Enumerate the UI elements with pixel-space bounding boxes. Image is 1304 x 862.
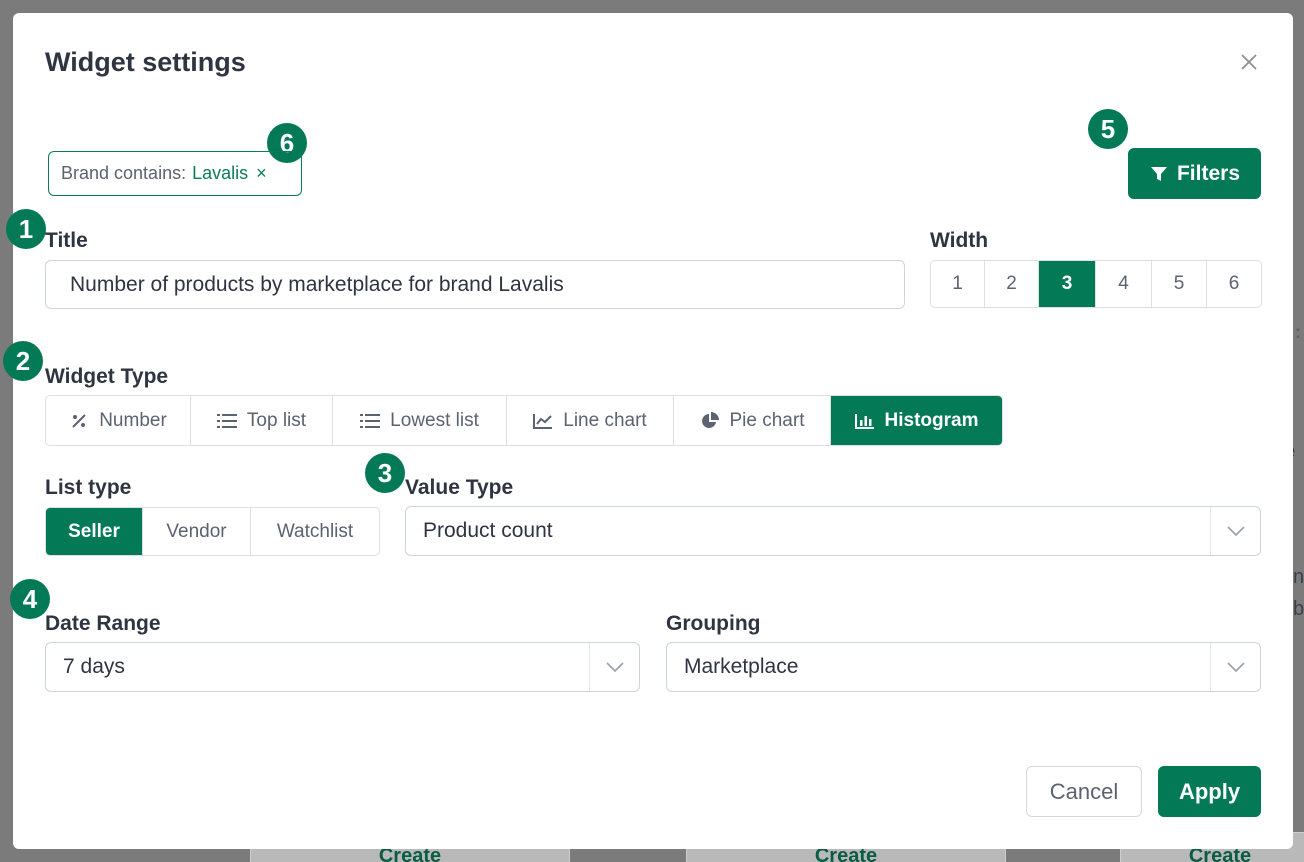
widget-type-label: Widget Type [45, 365, 169, 388]
apply-button[interactable]: Apply [1158, 766, 1261, 817]
widget-type-top-list[interactable]: Top list [191, 396, 333, 445]
filter-chip-value: Lavalis [192, 163, 249, 183]
width-option-1[interactable]: 1 [931, 261, 985, 307]
background-text: n [1293, 566, 1304, 588]
bar-chart-icon [854, 411, 875, 431]
list-icon [360, 411, 381, 431]
widget-type-number[interactable]: Number [46, 396, 191, 445]
widget-type-label-text: Number [99, 409, 167, 431]
widget-type-label-text: Top list [246, 409, 307, 431]
grouping-value: Marketplace [684, 655, 799, 678]
widget-type-label-text: Line chart [563, 409, 647, 431]
close-icon[interactable] [1235, 49, 1263, 77]
date-range-label: Date Range [45, 612, 161, 635]
pie-chart-icon [700, 411, 720, 431]
title-label: Title [45, 229, 88, 252]
widget-type-label-text: Lowest list [390, 409, 479, 431]
widget-type-line-chart[interactable]: Line chart [507, 396, 674, 445]
width-option-3[interactable]: 3 [1039, 261, 1096, 307]
funnel-icon [1149, 164, 1169, 184]
width-option-5[interactable]: 5 [1152, 261, 1207, 307]
step-badge-4: 4 [10, 579, 50, 619]
grouping-select[interactable]: Marketplace [666, 642, 1261, 692]
modal-title: Widget settings [45, 47, 246, 77]
list-icon [216, 411, 237, 431]
grouping-label: Grouping [666, 612, 761, 635]
width-label: Width [930, 229, 989, 252]
value-type-label: Value Type [405, 476, 514, 499]
width-option-6[interactable]: 6 [1207, 261, 1261, 307]
value-type-select[interactable]: Product count [405, 506, 1261, 556]
value-type-value: Product count [423, 519, 553, 542]
list-type-label: List type [45, 476, 132, 499]
step-badge-2: 2 [3, 341, 43, 381]
width-selector: 1 2 3 4 5 6 [930, 260, 1262, 308]
chevron-down-icon [589, 643, 639, 691]
widget-type-label-text: Histogram [884, 409, 979, 431]
list-type-watchlist[interactable]: Watchlist [251, 508, 379, 555]
chevron-down-icon [1210, 643, 1260, 691]
title-input[interactable]: Number of products by marketplace for br… [45, 260, 905, 309]
step-badge-3: 3 [365, 453, 405, 493]
cancel-button[interactable]: Cancel [1026, 766, 1142, 817]
background-text: b [1293, 598, 1304, 620]
widget-type-pie-chart[interactable]: Pie chart [674, 396, 831, 445]
chevron-down-icon [1210, 507, 1260, 555]
width-option-2[interactable]: 2 [985, 261, 1039, 307]
width-option-4[interactable]: 4 [1096, 261, 1152, 307]
widget-type-histogram[interactable]: Histogram [831, 396, 1002, 445]
widget-type-label-text: Pie chart [729, 409, 805, 431]
list-type-seller[interactable]: Seller [46, 508, 143, 555]
widget-settings-modal: Widget settings 6 5 1 2 3 4 Brand contai… [3, 13, 1293, 849]
filter-chip: Brand contains: Lavalis × [48, 151, 302, 196]
filters-button-label: Filters [1176, 161, 1241, 185]
remove-filter-icon[interactable]: × [256, 163, 267, 184]
list-type-vendor[interactable]: Vendor [143, 508, 251, 555]
background-text: : [1295, 322, 1301, 342]
percent-icon [69, 411, 89, 431]
date-range-select[interactable]: 7 days [45, 642, 640, 692]
list-type-selector: Seller Vendor Watchlist [45, 507, 380, 556]
filter-chip-label: Brand contains: [61, 163, 187, 183]
line-chart-icon [533, 411, 553, 431]
filters-button[interactable]: Filters [1128, 148, 1261, 199]
step-badge-1: 1 [6, 209, 46, 249]
widget-type-lowest-list[interactable]: Lowest list [333, 396, 507, 445]
step-badge-5: 5 [1088, 109, 1128, 149]
widget-type-selector: Number Top list Lowest list Line chart P… [45, 395, 1003, 446]
date-range-value: 7 days [63, 655, 125, 678]
